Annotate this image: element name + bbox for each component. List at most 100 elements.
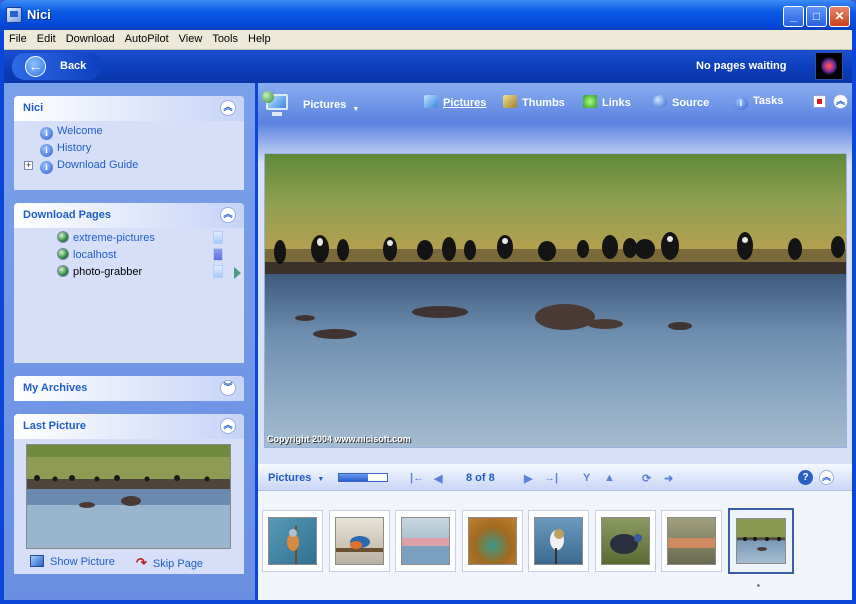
page-counter: 8 of 8 — [466, 472, 495, 484]
history-link[interactable]: i History — [40, 140, 91, 157]
welcome-link[interactable]: i Welcome — [40, 123, 103, 140]
window-title: Nici — [27, 7, 51, 22]
menu-file[interactable]: File — [4, 30, 32, 49]
last-picture-title: Last Picture — [23, 420, 86, 432]
menu-view[interactable]: View — [174, 30, 208, 49]
last-picture-thumbnail[interactable] — [26, 444, 231, 549]
hippo-photo — [265, 154, 846, 447]
minimize-button[interactable]: _ — [783, 6, 804, 27]
picture-icon — [30, 555, 44, 567]
my-archives-title: My Archives — [23, 382, 88, 394]
skip-page-button[interactable]: ↷ Skip Page — [136, 555, 203, 571]
info-icon: i — [40, 161, 53, 174]
last-picture-panel: Last Picture ︽ Show Picture ↷ Skip Page — [14, 414, 244, 574]
main-area: Pictures ▼ Pictures Thumbs Links Source i… — [258, 83, 852, 600]
last-page-icon[interactable]: →| — [544, 472, 558, 484]
task-pane: Nici ︽ i Welcome i History + i Download Gui… — [4, 83, 255, 600]
title-bar[interactable]: Nici _ □ ✕ — [0, 0, 856, 30]
menu-help[interactable]: Help — [243, 30, 276, 49]
thumbnail-kingfisher[interactable] — [329, 510, 390, 572]
close-button[interactable]: ✕ — [829, 6, 850, 27]
menu-edit[interactable]: Edit — [32, 30, 61, 49]
pictures-tab-icon — [424, 95, 438, 108]
expand-chevron-icon[interactable]: ︾ — [220, 380, 236, 396]
download-progress — [338, 473, 388, 482]
tab-pictures[interactable]: Pictures — [424, 95, 486, 109]
nici-panel: Nici ︽ i Welcome i History + i Download Gui… — [14, 96, 244, 190]
source-tab-icon — [653, 95, 667, 108]
tab-source[interactable]: Source — [653, 95, 709, 109]
back-label: Back — [60, 60, 87, 72]
collapse-icon[interactable]: ︽ — [220, 418, 236, 434]
collapse-icon[interactable]: ︽ — [220, 100, 236, 116]
skip-arrow-icon: ↷ — [136, 555, 147, 570]
thumbnail-stork[interactable] — [528, 510, 589, 572]
first-page-icon[interactable]: |← — [410, 472, 424, 484]
info-icon: i — [40, 127, 53, 140]
globe-icon — [57, 265, 69, 277]
progress-fill — [339, 474, 368, 481]
monitor-icon — [262, 91, 290, 119]
view-dropdown[interactable]: Pictures ▼ — [303, 99, 359, 113]
thumbnail-bird-on-branch[interactable] — [262, 510, 323, 572]
my-archives-panel: My Archives ︾ — [14, 376, 244, 401]
selection-marker: ▪ — [757, 581, 760, 590]
page-item[interactable]: extreme-pictures — [57, 230, 155, 246]
forward-icon[interactable]: ➜ — [664, 472, 673, 485]
thumbnail-guineafowl[interactable] — [595, 510, 656, 572]
globe-icon — [57, 248, 69, 260]
tab-thumbs[interactable]: Thumbs — [503, 95, 565, 109]
strip-dropdown[interactable]: Pictures ▼ — [268, 472, 324, 484]
level-indicator — [213, 248, 223, 261]
expand-download-guide[interactable]: + — [24, 161, 33, 170]
collapse-icon[interactable]: ︽ — [833, 94, 848, 109]
previous-page-icon[interactable]: ◀ — [434, 472, 442, 485]
main-photo[interactable]: Copyright 2004 www.nicisoft.com — [264, 153, 847, 448]
thumbnail-flock[interactable] — [661, 510, 722, 572]
left-arrow-icon: ← — [25, 56, 46, 77]
page-item[interactable]: localhost — [57, 247, 116, 263]
thumbnail-flamingos[interactable] — [395, 510, 456, 572]
menu-tools[interactable]: Tools — [207, 30, 243, 49]
level-indicator — [213, 265, 223, 278]
menu-autopilot[interactable]: AutoPilot — [120, 30, 174, 49]
thumbs-tab-icon — [503, 95, 517, 108]
next-page-icon[interactable]: ▶ — [524, 472, 532, 485]
back-button[interactable]: ← Back — [12, 53, 102, 80]
queue-status: No pages waiting — [696, 60, 787, 72]
app-window: Nici _ □ ✕ File Edit Download AutoPilot View… — [0, 0, 856, 604]
links-tab-icon — [583, 95, 597, 108]
thumbnail-strip: ▪ — [258, 490, 852, 600]
menu-download[interactable]: Download — [61, 30, 120, 49]
download-pages-panel: Download Pages ︽ extreme-pictures localh… — [14, 203, 244, 363]
app-icon — [6, 7, 22, 23]
collapse-icon[interactable]: ︽ — [819, 470, 834, 485]
thumbnail-hippos-selected[interactable] — [728, 508, 794, 574]
thumbnail-toolbar: Pictures ▼ |← ◀ 8 of 8 ▶ →| Y ▲ ⟳ ➜ ? ︽ — [258, 464, 852, 490]
menu-bar: File Edit Download AutoPilot View Tools Help — [4, 30, 852, 50]
expand-icon[interactable] — [813, 95, 826, 108]
thumbnail-peacock[interactable] — [462, 510, 523, 572]
info-icon: i — [40, 144, 53, 157]
info-icon: i — [734, 97, 748, 110]
current-arrow-icon — [234, 267, 241, 279]
download-pages-title: Download Pages — [23, 209, 112, 221]
help-button[interactable]: ? — [798, 470, 813, 485]
view-toolbar: Pictures ▼ Pictures Thumbs Links Source i… — [258, 83, 852, 123]
page-item[interactable]: photo-grabber — [57, 264, 142, 280]
download-guide-link[interactable]: i Download Guide — [40, 157, 138, 174]
tab-links[interactable]: Links — [583, 95, 631, 109]
show-picture-button[interactable]: Show Picture — [30, 555, 115, 568]
up-icon[interactable]: ▲ — [604, 472, 615, 484]
filter-icon[interactable]: Y — [583, 472, 590, 484]
picture-viewer: Copyright 2004 www.nicisoft.com — [258, 123, 852, 460]
nav-bar: ← Back No pages waiting — [4, 50, 852, 83]
globe-icon — [57, 231, 69, 243]
copyright-watermark: Copyright 2004 www.nicisoft.com — [267, 434, 411, 444]
level-indicator — [213, 231, 223, 244]
activity-icon — [815, 52, 843, 80]
collapse-icon[interactable]: ︽ — [220, 207, 236, 223]
tab-tasks[interactable]: i Tasks — [734, 95, 783, 110]
maximize-button[interactable]: □ — [806, 6, 827, 27]
refresh-icon[interactable]: ⟳ — [642, 472, 651, 485]
